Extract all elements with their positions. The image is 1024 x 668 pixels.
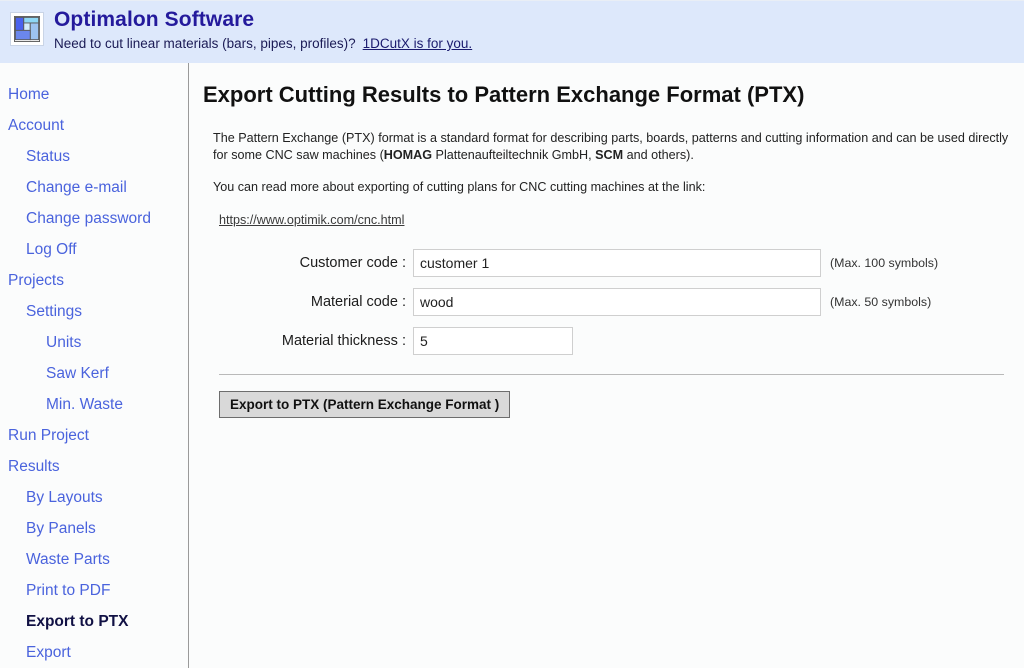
export-to-ptx-button[interactable]: Export to PTX (Pattern Exchange Format ) xyxy=(219,390,511,418)
logo-svg xyxy=(14,16,40,42)
field-input-customer-code[interactable] xyxy=(413,248,821,277)
sidebar-item-account[interactable]: Account xyxy=(0,110,188,141)
field-hint: (Max. 50 symbols) xyxy=(830,294,932,309)
sidebar-item-results[interactable]: Results xyxy=(0,451,188,482)
sidebar-item-units[interactable]: Units xyxy=(0,327,188,358)
form-row: Material thickness : xyxy=(203,326,1014,355)
external-link-row: https://www.optimik.com/cnc.html xyxy=(203,212,1014,227)
page-body: Home Account Status Change e-mail Change pas… xyxy=(0,63,1024,668)
sidebar-item-change-password[interactable]: Change password xyxy=(0,203,188,234)
page-title: Export Cutting Results to Pattern Exchan… xyxy=(203,82,805,107)
main-content: Export Cutting Results to Pattern Exchan… xyxy=(189,63,1024,668)
export-form: Customer code : (Max. 100 symbols) Materia… xyxy=(203,248,1014,355)
sidebar-nav: Home Account Status Change e-mail Change pas… xyxy=(0,63,189,668)
site-header: Optimalon Software Need to cut linear ma… xyxy=(0,0,1024,63)
intro-text-2: Plattenaufteiltechnik GmbH, xyxy=(432,147,596,162)
intro-text-3: and others). xyxy=(623,147,694,162)
field-label: Material thickness : xyxy=(281,332,406,349)
sidebar-item-saw-kerf[interactable]: Saw Kerf xyxy=(0,358,188,389)
field-input-material-code[interactable] xyxy=(413,287,821,316)
read-more-paragraph: You can read more about exporting of cut… xyxy=(213,180,706,194)
brand-title: Optimalon Software xyxy=(54,8,255,31)
sidebar-item-min-waste[interactable]: Min. Waste xyxy=(0,389,188,420)
field-input-material-thickness[interactable] xyxy=(413,326,573,355)
tagline-text: Need to cut linear materials (bars, pipe… xyxy=(54,36,356,51)
sidebar-item-export[interactable]: Export xyxy=(0,637,188,668)
sidebar-item-waste-parts[interactable]: Waste Parts xyxy=(0,544,188,575)
form-row: Customer code : (Max. 100 symbols) xyxy=(203,248,1014,277)
section-divider xyxy=(219,373,1004,375)
sidebar-item-home[interactable]: Home xyxy=(0,79,188,110)
homag-bold: HOMAG xyxy=(383,147,433,162)
sidebar-item-export-to-ptx: Export to PTX xyxy=(26,613,129,630)
optimik-cnc-link[interactable]: https://www.optimik.com/cnc.html xyxy=(219,213,404,227)
sidebar-item-run-project[interactable]: Run Project xyxy=(0,420,188,451)
intro-paragraph: The Pattern Exchange (PTX) format is a s… xyxy=(203,130,1013,163)
field-label: Material code : xyxy=(310,293,406,310)
onedcutx-link[interactable]: 1DCutX is for you. xyxy=(363,36,473,51)
sidebar-item-log-off[interactable]: Log Off xyxy=(0,234,188,265)
sidebar-item-print-to-pdf[interactable]: Print to PDF xyxy=(0,575,188,606)
submit-row: Export to PTX (Pattern Exchange Format ) xyxy=(203,390,1014,418)
header-tagline: Need to cut linear materials (bars, pipe… xyxy=(54,35,472,52)
sidebar-item-status[interactable]: Status xyxy=(0,141,188,172)
field-label: Customer code : xyxy=(299,254,406,271)
form-row: Material code : (Max. 50 symbols) xyxy=(203,287,1014,316)
header-text-block: Optimalon Software Need to cut linear ma… xyxy=(54,8,472,52)
sidebar-item-change-e-mail[interactable]: Change e-mail xyxy=(0,172,188,203)
sidebar-item-by-panels[interactable]: By Panels xyxy=(0,513,188,544)
sidebar-item-projects[interactable]: Projects xyxy=(0,265,188,296)
scm-bold: SCM xyxy=(595,147,624,162)
sidebar-item-by-layouts[interactable]: By Layouts xyxy=(0,482,188,513)
field-hint: (Max. 100 symbols) xyxy=(830,255,939,270)
grid-blocks-logo-icon xyxy=(10,12,44,46)
sidebar-item-settings[interactable]: Settings xyxy=(0,296,188,327)
